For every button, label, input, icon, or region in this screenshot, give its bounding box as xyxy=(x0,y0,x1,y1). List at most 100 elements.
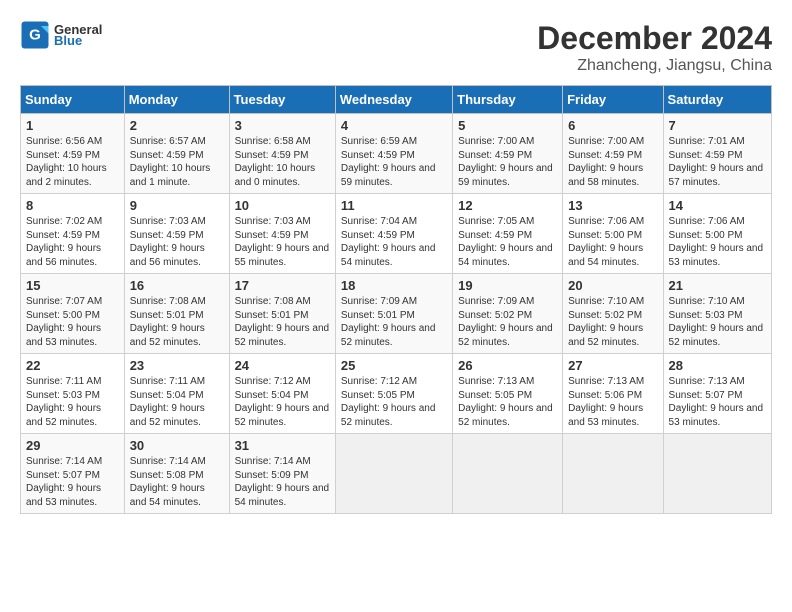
day-info: Sunrise: 7:10 AM Sunset: 5:03 PM Dayligh… xyxy=(669,295,766,349)
day-number: 16 xyxy=(130,278,224,293)
day-info: Sunrise: 7:09 AM Sunset: 5:02 PM Dayligh… xyxy=(458,295,557,349)
day-number: 21 xyxy=(669,278,766,293)
day-number: 6 xyxy=(568,118,657,133)
day-info: Sunrise: 7:13 AM Sunset: 5:05 PM Dayligh… xyxy=(458,375,557,429)
day-number: 25 xyxy=(341,358,447,373)
day-number: 18 xyxy=(341,278,447,293)
day-info: Sunrise: 7:03 AM Sunset: 4:59 PM Dayligh… xyxy=(130,215,224,269)
day-cell: 7 Sunrise: 7:01 AM Sunset: 4:59 PM Dayli… xyxy=(663,114,771,194)
day-cell: 31 Sunrise: 7:14 AM Sunset: 5:09 PM Dayl… xyxy=(229,434,335,514)
day-cell: 6 Sunrise: 7:00 AM Sunset: 4:59 PM Dayli… xyxy=(563,114,663,194)
day-cell: 28 Sunrise: 7:13 AM Sunset: 5:07 PM Dayl… xyxy=(663,354,771,434)
day-info: Sunrise: 7:11 AM Sunset: 5:03 PM Dayligh… xyxy=(26,375,119,429)
day-info: Sunrise: 6:57 AM Sunset: 4:59 PM Dayligh… xyxy=(130,135,224,189)
day-number: 20 xyxy=(568,278,657,293)
day-cell: 29 Sunrise: 7:14 AM Sunset: 5:07 PM Dayl… xyxy=(21,434,125,514)
day-info: Sunrise: 7:08 AM Sunset: 5:01 PM Dayligh… xyxy=(130,295,224,349)
day-cell: 26 Sunrise: 7:13 AM Sunset: 5:05 PM Dayl… xyxy=(453,354,563,434)
day-number: 23 xyxy=(130,358,224,373)
day-number: 17 xyxy=(235,278,330,293)
day-info: Sunrise: 6:56 AM Sunset: 4:59 PM Dayligh… xyxy=(26,135,119,189)
calendar-header-row: SundayMondayTuesdayWednesdayThursdayFrid… xyxy=(21,86,772,114)
day-info: Sunrise: 7:05 AM Sunset: 4:59 PM Dayligh… xyxy=(458,215,557,269)
header-friday: Friday xyxy=(563,86,663,114)
day-cell: 8 Sunrise: 7:02 AM Sunset: 4:59 PM Dayli… xyxy=(21,194,125,274)
day-cell xyxy=(335,434,452,514)
day-cell: 18 Sunrise: 7:09 AM Sunset: 5:01 PM Dayl… xyxy=(335,274,452,354)
day-cell: 30 Sunrise: 7:14 AM Sunset: 5:08 PM Dayl… xyxy=(124,434,229,514)
day-info: Sunrise: 7:06 AM Sunset: 5:00 PM Dayligh… xyxy=(568,215,657,269)
day-cell: 12 Sunrise: 7:05 AM Sunset: 4:59 PM Dayl… xyxy=(453,194,563,274)
day-info: Sunrise: 7:13 AM Sunset: 5:06 PM Dayligh… xyxy=(568,375,657,429)
header-saturday: Saturday xyxy=(663,86,771,114)
header-monday: Monday xyxy=(124,86,229,114)
day-info: Sunrise: 7:01 AM Sunset: 4:59 PM Dayligh… xyxy=(669,135,766,189)
day-info: Sunrise: 6:58 AM Sunset: 4:59 PM Dayligh… xyxy=(235,135,330,189)
day-info: Sunrise: 7:09 AM Sunset: 5:01 PM Dayligh… xyxy=(341,295,447,349)
day-cell: 9 Sunrise: 7:03 AM Sunset: 4:59 PM Dayli… xyxy=(124,194,229,274)
week-row-4: 22 Sunrise: 7:11 AM Sunset: 5:03 PM Dayl… xyxy=(21,354,772,434)
day-number: 22 xyxy=(26,358,119,373)
month-title: December 2024 xyxy=(537,20,772,57)
day-cell: 11 Sunrise: 7:04 AM Sunset: 4:59 PM Dayl… xyxy=(335,194,452,274)
day-number: 7 xyxy=(669,118,766,133)
week-row-1: 1 Sunrise: 6:56 AM Sunset: 4:59 PM Dayli… xyxy=(21,114,772,194)
day-number: 2 xyxy=(130,118,224,133)
week-row-3: 15 Sunrise: 7:07 AM Sunset: 5:00 PM Dayl… xyxy=(21,274,772,354)
day-cell: 13 Sunrise: 7:06 AM Sunset: 5:00 PM Dayl… xyxy=(563,194,663,274)
header-sunday: Sunday xyxy=(21,86,125,114)
day-cell: 27 Sunrise: 7:13 AM Sunset: 5:06 PM Dayl… xyxy=(563,354,663,434)
day-info: Sunrise: 7:12 AM Sunset: 5:04 PM Dayligh… xyxy=(235,375,330,429)
day-cell: 1 Sunrise: 6:56 AM Sunset: 4:59 PM Dayli… xyxy=(21,114,125,194)
day-cell: 24 Sunrise: 7:12 AM Sunset: 5:04 PM Dayl… xyxy=(229,354,335,434)
header-thursday: Thursday xyxy=(453,86,563,114)
day-info: Sunrise: 7:14 AM Sunset: 5:08 PM Dayligh… xyxy=(130,455,224,509)
day-info: Sunrise: 7:07 AM Sunset: 5:00 PM Dayligh… xyxy=(26,295,119,349)
day-number: 12 xyxy=(458,198,557,213)
day-info: Sunrise: 7:11 AM Sunset: 5:04 PM Dayligh… xyxy=(130,375,224,429)
day-cell: 10 Sunrise: 7:03 AM Sunset: 4:59 PM Dayl… xyxy=(229,194,335,274)
day-info: Sunrise: 7:03 AM Sunset: 4:59 PM Dayligh… xyxy=(235,215,330,269)
day-cell: 15 Sunrise: 7:07 AM Sunset: 5:00 PM Dayl… xyxy=(21,274,125,354)
day-info: Sunrise: 7:13 AM Sunset: 5:07 PM Dayligh… xyxy=(669,375,766,429)
day-info: Sunrise: 7:12 AM Sunset: 5:05 PM Dayligh… xyxy=(341,375,447,429)
day-info: Sunrise: 7:14 AM Sunset: 5:09 PM Dayligh… xyxy=(235,455,330,509)
day-number: 13 xyxy=(568,198,657,213)
page-header: G General Blue December 2024 Zhancheng, … xyxy=(20,20,772,75)
day-number: 3 xyxy=(235,118,330,133)
logo-icon: G xyxy=(20,20,50,50)
day-cell: 3 Sunrise: 6:58 AM Sunset: 4:59 PM Dayli… xyxy=(229,114,335,194)
day-info: Sunrise: 6:59 AM Sunset: 4:59 PM Dayligh… xyxy=(341,135,447,189)
day-cell: 23 Sunrise: 7:11 AM Sunset: 5:04 PM Dayl… xyxy=(124,354,229,434)
day-number: 1 xyxy=(26,118,119,133)
day-number: 19 xyxy=(458,278,557,293)
week-row-5: 29 Sunrise: 7:14 AM Sunset: 5:07 PM Dayl… xyxy=(21,434,772,514)
day-number: 24 xyxy=(235,358,330,373)
header-wednesday: Wednesday xyxy=(335,86,452,114)
title-block: December 2024 Zhancheng, Jiangsu, China xyxy=(537,20,772,75)
day-number: 27 xyxy=(568,358,657,373)
location: Zhancheng, Jiangsu, China xyxy=(537,57,772,75)
day-cell: 14 Sunrise: 7:06 AM Sunset: 5:00 PM Dayl… xyxy=(663,194,771,274)
day-number: 14 xyxy=(669,198,766,213)
day-number: 30 xyxy=(130,438,224,453)
week-row-2: 8 Sunrise: 7:02 AM Sunset: 4:59 PM Dayli… xyxy=(21,194,772,274)
day-number: 9 xyxy=(130,198,224,213)
calendar-body: 1 Sunrise: 6:56 AM Sunset: 4:59 PM Dayli… xyxy=(21,114,772,514)
day-cell: 5 Sunrise: 7:00 AM Sunset: 4:59 PM Dayli… xyxy=(453,114,563,194)
header-tuesday: Tuesday xyxy=(229,86,335,114)
day-number: 31 xyxy=(235,438,330,453)
day-cell: 20 Sunrise: 7:10 AM Sunset: 5:02 PM Dayl… xyxy=(563,274,663,354)
day-cell: 2 Sunrise: 6:57 AM Sunset: 4:59 PM Dayli… xyxy=(124,114,229,194)
day-number: 10 xyxy=(235,198,330,213)
day-info: Sunrise: 7:06 AM Sunset: 5:00 PM Dayligh… xyxy=(669,215,766,269)
day-number: 5 xyxy=(458,118,557,133)
day-number: 15 xyxy=(26,278,119,293)
day-number: 4 xyxy=(341,118,447,133)
svg-text:G: G xyxy=(29,27,41,44)
day-number: 8 xyxy=(26,198,119,213)
day-number: 11 xyxy=(341,198,447,213)
day-info: Sunrise: 7:14 AM Sunset: 5:07 PM Dayligh… xyxy=(26,455,119,509)
day-cell xyxy=(563,434,663,514)
day-cell: 16 Sunrise: 7:08 AM Sunset: 5:01 PM Dayl… xyxy=(124,274,229,354)
